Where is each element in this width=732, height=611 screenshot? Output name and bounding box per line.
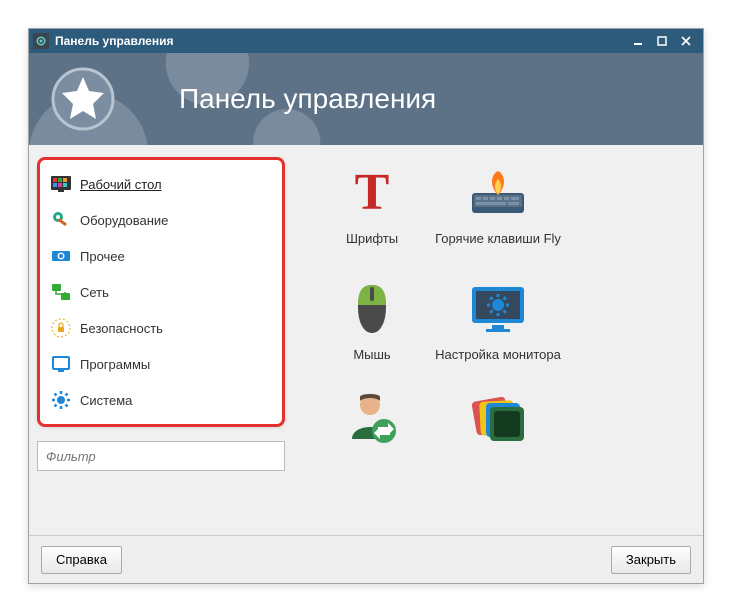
banner-badge xyxy=(47,63,119,135)
other-icon xyxy=(50,245,72,267)
network-icon xyxy=(50,281,72,303)
sidebar-item-label: Программы xyxy=(80,357,150,372)
security-icon xyxy=(50,317,72,339)
minimize-button[interactable] xyxy=(631,34,645,48)
app-tile-themes[interactable] xyxy=(435,389,561,449)
window-title: Панель управления xyxy=(55,34,631,48)
sidebar-item-label: Сеть xyxy=(80,285,109,300)
system-icon xyxy=(50,389,72,411)
sidebar-item-label: Безопасность xyxy=(80,321,163,336)
app-icon xyxy=(33,33,49,49)
app-tile-hotkeys[interactable]: Горячие клавиши Fly xyxy=(435,157,561,273)
app-label: Настройка монитора xyxy=(435,347,561,363)
themes-icon xyxy=(466,393,530,445)
sidebar-item-network[interactable]: Сеть xyxy=(44,274,278,310)
app-tile-mouse[interactable]: Мышь xyxy=(309,273,435,389)
user-switch-icon xyxy=(340,393,404,445)
close-button[interactable] xyxy=(679,34,693,48)
programs-icon xyxy=(50,353,72,375)
sidebar-item-security[interactable]: Безопасность xyxy=(44,310,278,346)
svg-text:T: T xyxy=(355,164,390,221)
filter-input[interactable] xyxy=(37,441,285,471)
app-tile-monitor-settings[interactable]: Настройка монитора xyxy=(435,273,561,389)
titlebar: Панель управления xyxy=(29,29,703,53)
sidebar: Рабочий стол Оборудование Прочее xyxy=(37,157,285,427)
sidebar-item-hardware[interactable]: Оборудование xyxy=(44,202,278,238)
close-dialog-button[interactable]: Закрыть xyxy=(611,546,691,574)
banner: Панель управления xyxy=(29,53,703,145)
fonts-icon: T xyxy=(340,161,404,225)
maximize-button[interactable] xyxy=(655,34,669,48)
mouse-icon xyxy=(340,277,404,341)
app-tile-fonts[interactable]: T Шрифты xyxy=(309,157,435,273)
filter-box xyxy=(37,441,285,471)
app-label: Шрифты xyxy=(346,231,398,247)
desktop-icon xyxy=(50,173,72,195)
sidebar-item-label: Система xyxy=(80,393,132,408)
app-tile-user-switch[interactable] xyxy=(309,389,435,449)
sidebar-item-label: Прочее xyxy=(80,249,125,264)
monitor-settings-icon xyxy=(466,277,530,341)
app-label: Горячие клавиши Fly xyxy=(435,231,561,247)
window: Панель управления xyxy=(28,28,704,584)
sidebar-item-label: Рабочий стол xyxy=(80,177,162,192)
app-label: Мышь xyxy=(353,347,390,363)
hotkeys-icon xyxy=(466,161,530,225)
hardware-icon xyxy=(50,209,72,231)
sidebar-item-other[interactable]: Прочее xyxy=(44,238,278,274)
sidebar-item-system[interactable]: Система xyxy=(44,382,278,418)
main-area: T Шрифты Горячие клавиши Fly xyxy=(293,157,695,535)
help-button[interactable]: Справка xyxy=(41,546,122,574)
content-area: Рабочий стол Оборудование Прочее xyxy=(29,145,703,535)
sidebar-item-label: Оборудование xyxy=(80,213,168,228)
footer: Справка Закрыть xyxy=(29,535,703,583)
banner-title: Панель управления xyxy=(179,83,436,115)
sidebar-item-programs[interactable]: Программы xyxy=(44,346,278,382)
sidebar-item-desktop[interactable]: Рабочий стол xyxy=(44,166,278,202)
